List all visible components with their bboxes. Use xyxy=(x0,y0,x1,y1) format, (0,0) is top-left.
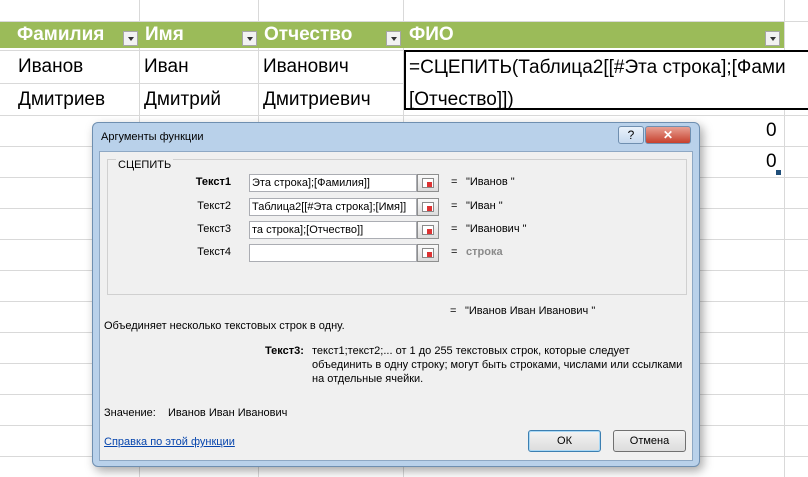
cell-name-2[interactable]: Дмитрий xyxy=(140,84,221,116)
collapse-dialog-icon[interactable] xyxy=(417,244,439,262)
arg-help-line: объединить в одну строку; могут быть стр… xyxy=(312,359,683,371)
cell-patronymic-2[interactable]: Дмитриевич xyxy=(259,84,371,116)
filter-dropdown-icon[interactable] xyxy=(242,31,257,46)
formula-text-line1[interactable]: =СЦЕПИТЬ(Таблица2[[#Эта строка];[Фами xyxy=(405,52,786,84)
value-text: Иванов Иван Иванович xyxy=(168,407,288,419)
filter-dropdown-icon[interactable] xyxy=(386,31,401,46)
header-name[interactable]: Имя xyxy=(142,22,184,48)
arg-result-text3: "Иванович " xyxy=(466,223,527,235)
arg-help-line: на отдельные ячейки. xyxy=(312,373,424,385)
function-description: Объединяет несколько текстовых строк в о… xyxy=(104,320,345,332)
help-link[interactable]: Справка по этой функции xyxy=(104,436,235,448)
cell-value-4[interactable]: 0 xyxy=(766,151,777,173)
function-arguments-dialog: Аргументы функции ? ✕ СЦЕПИТЬ Текст1 Эта… xyxy=(92,122,700,467)
function-name: СЦЕПИТЬ xyxy=(116,159,174,171)
cell-name-1[interactable]: Иван xyxy=(140,51,189,83)
arguments-group: СЦЕПИТЬ Текст1 Эта строка];[Фамилия]] = … xyxy=(107,159,687,295)
arg-label-text3: Текст3 xyxy=(197,223,231,235)
cell-patronymic-1[interactable]: Иванович xyxy=(259,51,349,83)
arg-input-text4[interactable] xyxy=(249,244,417,262)
arg-result-text2: "Иван " xyxy=(466,200,503,212)
arg-input-text2[interactable]: Таблица2[[#Эта строка];[Имя]] xyxy=(249,198,417,216)
arg-label-text1: Текст1 xyxy=(195,176,231,188)
table-header-row: Фамилия Имя Отчество ФИО xyxy=(0,22,784,48)
grid-line xyxy=(0,115,808,116)
collapse-dialog-icon[interactable] xyxy=(417,174,439,192)
formula-text-line2[interactable]: [Отчество]]) xyxy=(405,84,514,116)
header-patronymic[interactable]: Отчество xyxy=(261,22,352,48)
header-surname[interactable]: Фамилия xyxy=(14,22,104,48)
cell-surname-1[interactable]: Иванов xyxy=(14,51,83,83)
arg-input-text1[interactable]: Эта строка];[Фамилия]] xyxy=(249,174,417,192)
cancel-button[interactable]: Отмена xyxy=(613,430,686,452)
total-equals: = xyxy=(450,305,457,317)
value-label: Значение: xyxy=(104,407,156,419)
arg-equals: = xyxy=(451,246,458,258)
formula-result: "Иванов Иван Иванович " xyxy=(465,305,596,317)
cell-value-3[interactable]: 0 xyxy=(766,120,777,142)
arg-label-text4: Текст4 xyxy=(197,246,231,258)
collapse-dialog-icon[interactable] xyxy=(417,198,439,216)
dialog-title: Аргументы функции xyxy=(101,131,204,143)
arg-input-text3[interactable]: та строка];[Отчество]] xyxy=(249,221,417,239)
arg-label-text2: Текст2 xyxy=(197,200,231,212)
header-fio[interactable]: ФИО xyxy=(406,22,454,48)
close-button[interactable]: ✕ xyxy=(645,126,691,144)
arg-result-text1: "Иванов " xyxy=(466,176,515,188)
filter-dropdown-icon[interactable] xyxy=(765,31,780,46)
fill-handle[interactable] xyxy=(776,170,781,175)
arg-help-label: Текст3: xyxy=(265,345,304,357)
help-button[interactable]: ? xyxy=(618,126,644,144)
arg-equals: = xyxy=(451,200,458,212)
cell-surname-2[interactable]: Дмитриев xyxy=(14,84,105,116)
ok-button[interactable]: ОК xyxy=(528,430,601,452)
filter-dropdown-icon[interactable] xyxy=(123,31,138,46)
arg-equals: = xyxy=(451,176,458,188)
dialog-body: СЦЕПИТЬ Текст1 Эта строка];[Фамилия]] = … xyxy=(99,151,693,461)
arg-equals: = xyxy=(451,223,458,235)
collapse-dialog-icon[interactable] xyxy=(417,221,439,239)
arg-help-line: текст1;текст2;... от 1 до 255 текстовых … xyxy=(312,345,630,357)
arg-result-text4: строка xyxy=(466,246,503,258)
